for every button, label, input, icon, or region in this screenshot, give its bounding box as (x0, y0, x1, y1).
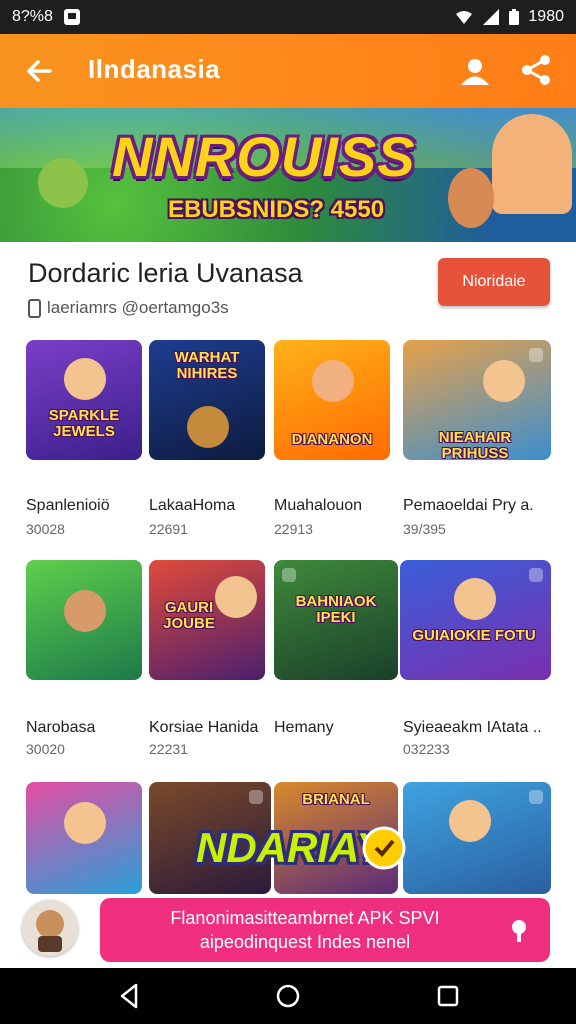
character-art (215, 576, 257, 618)
game-count: 22231 (149, 741, 188, 757)
game-tile[interactable]: WARHAT NIHIRES (149, 340, 265, 460)
game-name[interactable]: Narobasa (26, 719, 95, 737)
app-name-heading: Dordaric leria Uvanasa (28, 258, 303, 288)
banner-character-right (492, 114, 572, 214)
play-badge-icon (362, 826, 406, 870)
banner-character-left (38, 158, 88, 208)
banner-character-boy (448, 168, 494, 228)
game-tile[interactable]: GUIAIOKIE FOTU (400, 560, 551, 680)
home-nav-icon[interactable] (274, 982, 302, 1010)
back-arrow-icon[interactable] (22, 54, 56, 88)
game-art-text: DIANANON (291, 431, 373, 448)
game-tile[interactable]: DIANANON (274, 340, 390, 460)
game-count: 22913 (274, 521, 313, 537)
game-art-text: WARHAT NIHIRES (174, 349, 240, 382)
app-bar: Ilndanasia (0, 34, 576, 108)
promo-banner[interactable]: Flanonimasitteambrnet APK SPVI aipeodinq… (100, 898, 550, 962)
game-name[interactable]: Hemany (274, 719, 334, 737)
share-icon[interactable] (518, 52, 554, 88)
hero-banner[interactable]: NNROUISS EBUBSNIDS? 4550 (0, 108, 576, 242)
game-count: 032233 (403, 741, 450, 757)
game-count: 22691 (149, 521, 188, 537)
app-meta: laeriamrs @oertamgo3s (28, 298, 229, 318)
game-count: 30028 (26, 521, 65, 537)
banner-subtitle: EBUBSNIDS? 4550 (168, 196, 385, 223)
user-avatar[interactable] (22, 900, 78, 956)
game-name[interactable]: Korsiae Hanida (149, 719, 258, 737)
game-art-text: SPARKLE JEWELS (48, 407, 120, 440)
game-art-text: NIEAHAIR PRIHUSS (438, 429, 512, 460)
game-count: 39/395 (403, 521, 446, 537)
game-art-text: GUIAIOKIE FOTU (412, 627, 536, 644)
app-title: Ilndanasia (88, 54, 221, 84)
battery-icon (509, 9, 520, 25)
profile-icon[interactable] (458, 54, 492, 88)
banner-title: NNROUISS (112, 125, 416, 188)
tile-badge-icon (529, 348, 543, 362)
status-time: 1980 (528, 8, 564, 25)
game-name[interactable]: LakaaHoma (149, 497, 235, 515)
meta-text: laeriamrs @oertamgo3s (47, 298, 229, 317)
game-name[interactable]: Spanlenioiö (26, 497, 110, 515)
status-bar: 8?%8 1980 (0, 0, 576, 34)
recents-nav-icon[interactable] (434, 982, 462, 1010)
wifi-icon (456, 11, 473, 24)
character-art (454, 578, 496, 620)
game-tile[interactable] (26, 560, 142, 680)
character-art (64, 590, 106, 632)
tile-badge-icon (529, 790, 543, 804)
tile-badge-icon (282, 568, 296, 582)
game-name[interactable]: Pemaoeldai Pry a. (403, 497, 534, 515)
game-art-text: BAHNIAOK IPEKI (295, 593, 377, 626)
overlay-logo-text: NDARIAY (196, 824, 385, 871)
game-tile[interactable] (26, 782, 142, 894)
game-tile[interactable]: BAHNIAOK IPEKI (274, 560, 398, 680)
game-count: 30020 (26, 741, 65, 757)
tile-badge-icon (249, 790, 263, 804)
game-tile[interactable]: SPARKLE JEWELS (26, 340, 142, 460)
game-art-text: GAURI JOUBE (163, 599, 215, 632)
avatar-character-icon (36, 910, 64, 952)
tile-badge-icon (529, 568, 543, 582)
character-art (483, 360, 525, 402)
game-name[interactable]: Syieaeakm IAtata .. (403, 719, 542, 737)
promo-line-2: aipeodinquest Indes nenel (199, 932, 411, 952)
signal-icon (483, 9, 500, 25)
character-art (187, 406, 229, 448)
status-left: 8?%8 (12, 8, 81, 26)
notification-icon (63, 9, 80, 25)
back-nav-icon[interactable] (116, 982, 144, 1010)
game-tile[interactable]: NIEAHAIR PRIHUSS (403, 340, 551, 460)
character-art (449, 800, 491, 842)
game-tile[interactable]: GAURI JOUBE (149, 560, 265, 680)
status-left-text: 8?%8 (12, 8, 53, 25)
game-name[interactable]: Muahalouon (274, 497, 362, 515)
character-art (312, 360, 354, 402)
install-button[interactable]: Nioridaie (438, 258, 550, 306)
meta-icon (28, 298, 41, 318)
promo-action-icon[interactable] (506, 918, 532, 944)
overlay-logo[interactable]: NDARIAY (196, 818, 408, 882)
game-tile[interactable] (403, 782, 551, 894)
promo-line-1: Flanonimasitteambrnet APK SPVI (170, 908, 440, 928)
status-right: 1980 (454, 8, 564, 26)
system-nav-bar (0, 968, 576, 1024)
character-art (64, 358, 106, 400)
game-art-text: BRIANAL (302, 791, 370, 808)
character-art (64, 802, 106, 844)
